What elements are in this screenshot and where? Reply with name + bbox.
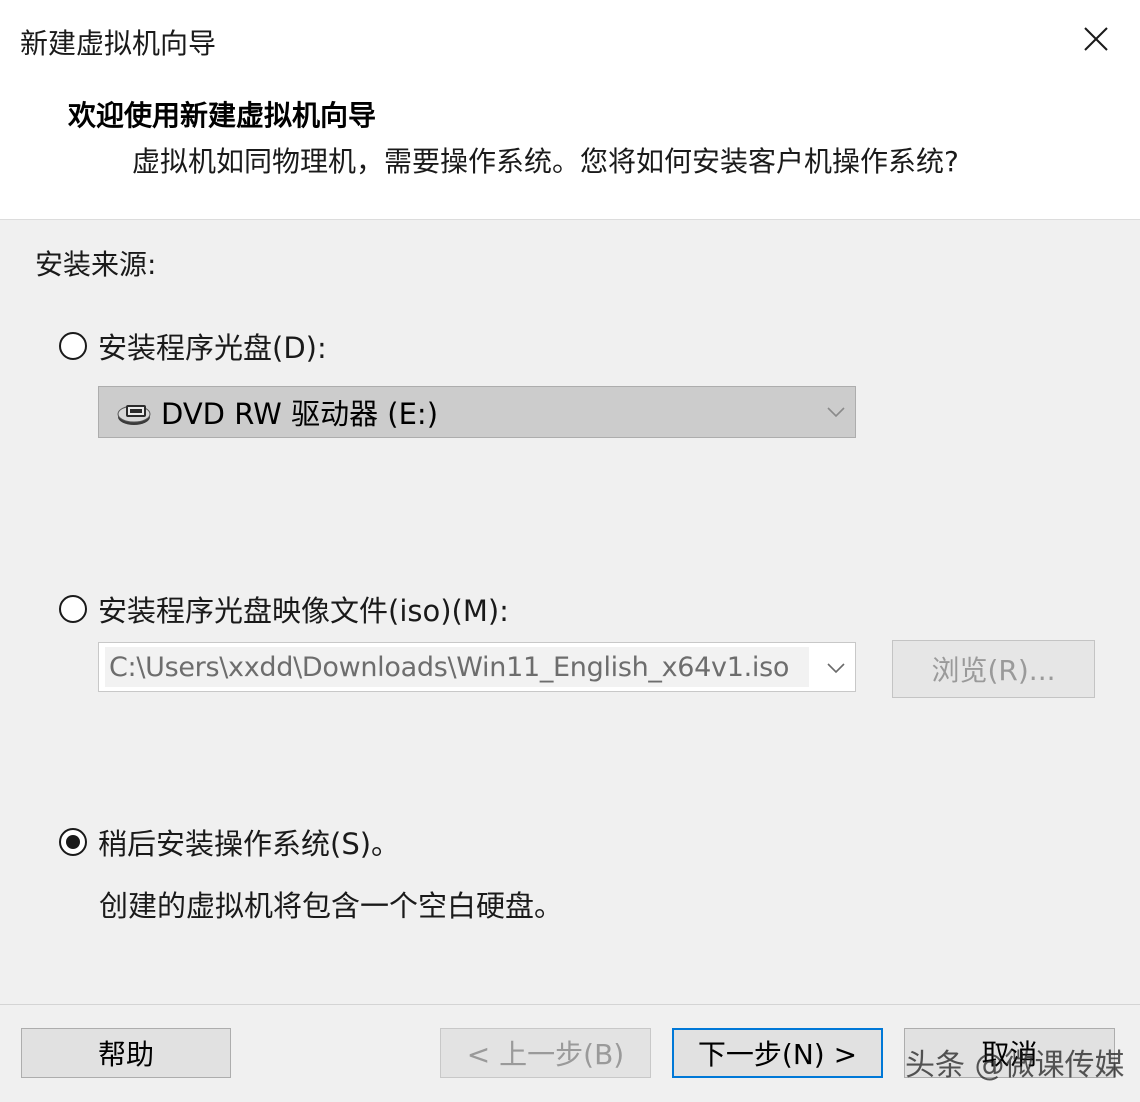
chevron-down-icon bbox=[827, 663, 845, 674]
help-button[interactable]: 帮助 bbox=[21, 1028, 231, 1078]
radio-install-later[interactable]: 稍后安装操作系统(S)。 bbox=[59, 821, 400, 863]
install-later-description: 创建的虚拟机将包含一个空白硬盘。 bbox=[99, 889, 564, 923]
footer-divider bbox=[0, 1004, 1140, 1005]
radio-iso-indicator[interactable] bbox=[59, 595, 87, 623]
wizard-description: 虚拟机如同物理机，需要操作系统。您将如何安装客户机操作系统? bbox=[132, 145, 959, 178]
browse-button[interactable]: 浏览(R)... bbox=[892, 640, 1095, 698]
radio-iso-label: 安装程序光盘映像文件(iso)(M): bbox=[98, 594, 509, 628]
chevron-down-icon bbox=[827, 407, 845, 418]
close-button[interactable] bbox=[1076, 20, 1116, 60]
dvd-drive-icon bbox=[117, 405, 151, 425]
radio-later-indicator[interactable] bbox=[59, 828, 87, 856]
iso-path-field[interactable]: C:\Users\xxdd\Downloads\Win11_English_x6… bbox=[105, 647, 809, 687]
iso-path-value: C:\Users\xxdd\Downloads\Win11_English_x6… bbox=[109, 651, 790, 683]
dvd-drive-select[interactable]: DVD RW 驱动器 (E:) bbox=[98, 386, 856, 438]
radio-disc-indicator[interactable] bbox=[59, 332, 87, 360]
radio-installer-disc[interactable]: 安装程序光盘(D): bbox=[59, 325, 327, 367]
radio-iso-image[interactable]: 安装程序光盘映像文件(iso)(M): bbox=[59, 588, 509, 630]
dvd-drive-value: DVD RW 驱动器 (E:) bbox=[161, 397, 439, 431]
window-title: 新建虚拟机向导 bbox=[20, 27, 217, 60]
wizard-heading: 欢迎使用新建虚拟机向导 bbox=[68, 99, 377, 132]
next-button[interactable]: 下一步(N) > bbox=[672, 1028, 883, 1078]
radio-later-label: 稍后安装操作系统(S)。 bbox=[98, 827, 401, 861]
back-button[interactable]: < 上一步(B) bbox=[440, 1028, 651, 1078]
install-source-label: 安装来源: bbox=[35, 248, 157, 281]
wizard-header: 新建虚拟机向导 欢迎使用新建虚拟机向导 虚拟机如同物理机，需要操作系统。您将如何… bbox=[0, 0, 1140, 220]
iso-path-combobox[interactable]: C:\Users\xxdd\Downloads\Win11_English_x6… bbox=[98, 642, 856, 692]
radio-disc-label: 安装程序光盘(D): bbox=[98, 331, 327, 365]
close-icon bbox=[1084, 27, 1108, 51]
cancel-button[interactable]: 取消 bbox=[904, 1028, 1115, 1078]
